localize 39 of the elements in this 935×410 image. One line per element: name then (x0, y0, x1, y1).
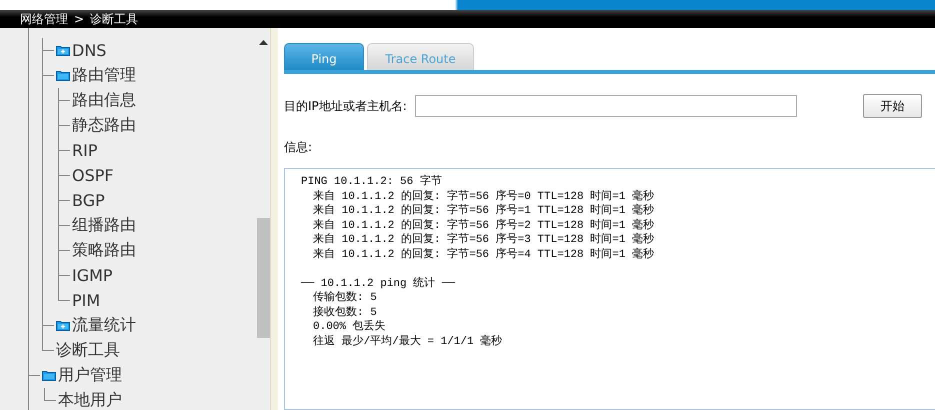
tree-item[interactable]: 组播路由 (72, 215, 136, 236)
output-line: 来自 10.1.1.2 的回复: 字节=56 序号=0 TTL=128 时间=1 毫秒 (312, 190, 656, 204)
output-line: 来自 10.1.1.2 的回复: 字节=56 序号=3 TTL=128 时间=1 毫秒 (312, 233, 656, 248)
output-label: 信息: (284, 140, 312, 154)
output-line: 接收包数: 5 (312, 306, 378, 320)
tree-item[interactable]: IGMP (72, 266, 113, 285)
output-line: 来自 10.1.1.2 的回复: 字节=56 序号=4 TTL=128 时间=1 毫秒 (312, 248, 656, 262)
tree-item[interactable]: OSPF (72, 166, 114, 185)
output-line: 传输包数: 5 (312, 291, 378, 306)
output-line: ── 10.1.1.2 ping 统计 ── (301, 276, 456, 291)
output-line: 0.00% 包丢失 (312, 320, 387, 334)
scrollbar-thumb[interactable] (256, 218, 270, 338)
breadcrumb-separator: > (74, 12, 84, 26)
tree-item[interactable]: 流量统计 (72, 315, 136, 336)
tree-item[interactable]: 本地用户 (58, 390, 122, 410)
scroll-up-icon[interactable] (258, 40, 268, 45)
tree-item[interactable]: 路由管理 (72, 65, 136, 86)
breadcrumb-link[interactable]: 网络管理 (20, 10, 68, 28)
tree-item[interactable]: 路由信息 (72, 90, 136, 111)
tree-item[interactable]: 策略路由 (72, 240, 136, 261)
tree-item[interactable]: DNS (72, 41, 106, 60)
folder-icon[interactable] (42, 370, 56, 381)
tree-item[interactable]: BGP (72, 191, 105, 210)
tree-item[interactable]: 用户管理 (58, 365, 122, 386)
folder-icon[interactable] (56, 70, 70, 81)
tree-item[interactable]: PIM (72, 291, 100, 310)
folder-plus-icon[interactable] (56, 45, 70, 56)
output-line: 往返 最少/平均/最大 = 1/1/1 毫秒 (312, 334, 504, 349)
tree-item[interactable]: 诊断工具 (56, 340, 120, 361)
field-label: 目的IP地址或者主机名: (284, 98, 407, 114)
tree-item[interactable]: RIP (72, 141, 98, 160)
tree-item[interactable]: 静态路由 (72, 115, 136, 136)
input-field[interactable] (414, 95, 797, 117)
start-button[interactable]: 开始 (863, 94, 922, 118)
output-line: 来自 10.1.1.2 的回复: 字节=56 序号=2 TTL=128 时间=1 毫秒 (312, 218, 656, 232)
folder-plus-icon[interactable] (56, 320, 70, 331)
output-line: 来自 10.1.1.2 的回复: 字节=56 序号=1 TTL=128 时间=1 毫秒 (312, 204, 656, 218)
breadcrumb-current: 诊断工具 (90, 10, 138, 28)
output-line: PING 10.1.1.2: 56 字节 (301, 175, 443, 190)
